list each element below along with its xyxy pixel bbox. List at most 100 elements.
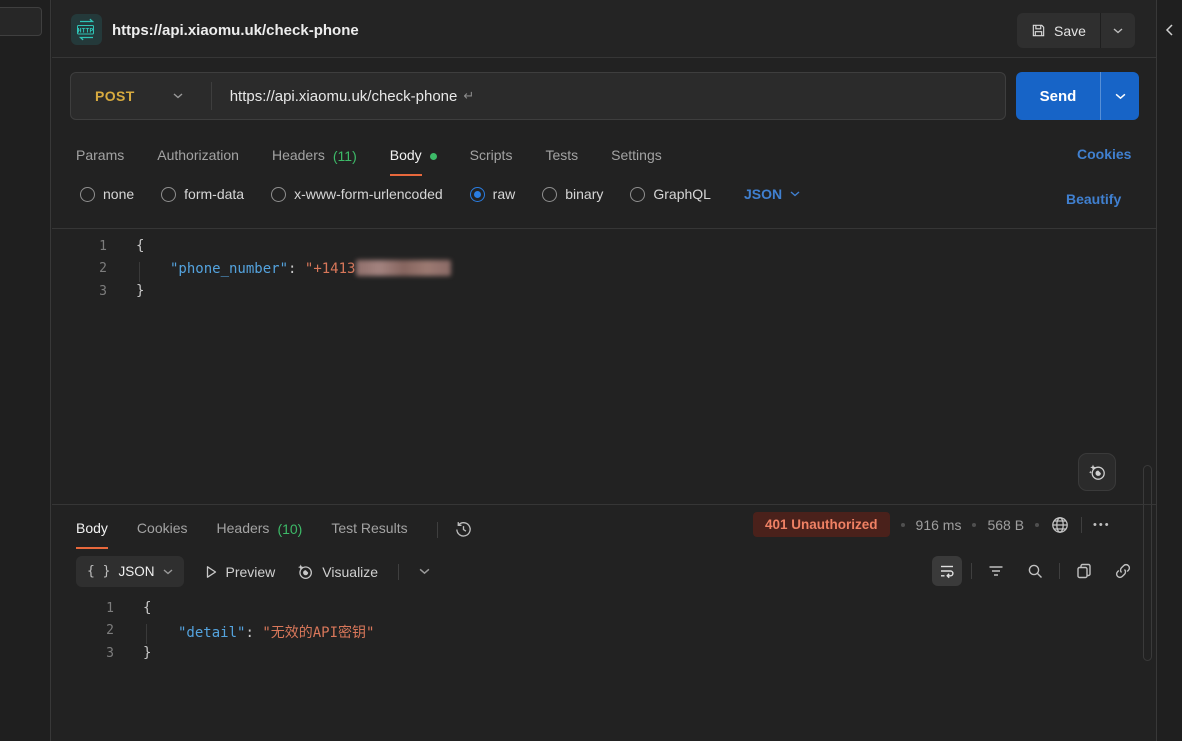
app-window: HTTP https://api.xiaomu.uk/check-phone S… bbox=[0, 0, 1182, 741]
chevron-down-icon bbox=[790, 191, 800, 197]
preview-button[interactable]: Preview bbox=[204, 564, 276, 580]
chevron-down-icon bbox=[163, 569, 173, 575]
response-tab-cookies[interactable]: Cookies bbox=[137, 508, 188, 549]
line-number: 3 bbox=[66, 646, 114, 661]
response-tab-headers[interactable]: Headers(10) bbox=[217, 508, 303, 549]
radio-none[interactable]: none bbox=[80, 186, 134, 202]
status-badge[interactable]: 401 Unauthorized bbox=[753, 512, 890, 537]
link-icon bbox=[1114, 562, 1132, 580]
save-label: Save bbox=[1054, 23, 1086, 39]
network-globe-icon[interactable] bbox=[1050, 515, 1070, 535]
editor-scrollbar[interactable] bbox=[1143, 465, 1152, 661]
json-key: "detail" bbox=[178, 625, 245, 641]
wrap-text-button[interactable] bbox=[932, 556, 962, 586]
response-tab-body[interactable]: Body bbox=[76, 508, 108, 549]
radio-circle bbox=[161, 187, 176, 202]
postbot-button[interactable] bbox=[1078, 453, 1116, 491]
play-outline-icon bbox=[204, 565, 218, 579]
method-selector[interactable]: POST bbox=[95, 88, 135, 104]
response-headers-count: (10) bbox=[277, 520, 302, 537]
search-button[interactable] bbox=[1020, 556, 1050, 586]
response-more-button[interactable]: ••• bbox=[1093, 519, 1111, 531]
code-line-1: { bbox=[136, 238, 144, 254]
redacted-phone-number bbox=[356, 260, 451, 276]
editor-top-divider bbox=[52, 228, 1156, 229]
radio-binary[interactable]: binary bbox=[542, 186, 603, 202]
body-modified-dot bbox=[430, 153, 437, 160]
radio-graphql[interactable]: GraphQL bbox=[630, 186, 711, 202]
divider bbox=[1059, 563, 1060, 579]
send-options-button[interactable] bbox=[1101, 72, 1139, 120]
separator-dot bbox=[972, 523, 976, 527]
code-line-2: "detail": "无效的API密钥" bbox=[178, 622, 374, 642]
line-number: 1 bbox=[66, 601, 114, 616]
tab-tests[interactable]: Tests bbox=[545, 135, 578, 176]
separator-dot bbox=[901, 523, 905, 527]
request-header-bar: HTTP https://api.xiaomu.uk/check-phone S… bbox=[52, 0, 1156, 58]
tab-params[interactable]: Params bbox=[76, 135, 124, 176]
response-history-icon[interactable] bbox=[454, 520, 473, 539]
http-request-icon: HTTP bbox=[71, 14, 102, 50]
link-button[interactable] bbox=[1108, 556, 1138, 586]
collapse-panel-icon[interactable] bbox=[1165, 24, 1174, 36]
response-tab-test-results[interactable]: Test Results bbox=[331, 508, 407, 549]
json-value: "无效的API密钥" bbox=[262, 625, 374, 641]
response-tabs: Body Cookies Headers(10) Test Results bbox=[76, 508, 473, 549]
sidebar-collapsed-item[interactable] bbox=[0, 7, 42, 36]
save-button[interactable]: Save bbox=[1017, 13, 1101, 48]
divider bbox=[398, 564, 399, 580]
request-title: https://api.xiaomu.uk/check-phone bbox=[112, 22, 359, 39]
response-format-select[interactable]: { } JSON bbox=[76, 556, 184, 587]
visualize-sparkle-icon bbox=[295, 562, 314, 581]
response-status-cluster: 401 Unauthorized 916 ms 568 B ••• bbox=[753, 512, 1111, 537]
send-button[interactable]: Send bbox=[1016, 72, 1101, 120]
line-number: 3 bbox=[59, 284, 107, 299]
beautify-link[interactable]: Beautify bbox=[1066, 191, 1121, 207]
response-tools-right bbox=[932, 556, 1138, 586]
chevron-down-icon bbox=[1113, 28, 1123, 34]
search-icon bbox=[1026, 562, 1044, 580]
filter-button[interactable] bbox=[981, 556, 1011, 586]
json-key: "phone_number" bbox=[170, 261, 288, 277]
code-line-3: } bbox=[136, 283, 144, 299]
radio-form-data[interactable]: form-data bbox=[161, 186, 244, 202]
toolbar-chevron-down-icon[interactable] bbox=[419, 568, 430, 575]
copy-button[interactable] bbox=[1069, 556, 1099, 586]
response-size[interactable]: 568 B bbox=[987, 517, 1024, 533]
radio-x-www-form-urlencoded[interactable]: x-www-form-urlencoded bbox=[271, 186, 443, 202]
indent-guide bbox=[139, 262, 140, 282]
wrap-text-icon bbox=[938, 562, 956, 580]
copy-icon bbox=[1075, 562, 1093, 580]
response-toolbar: { } JSON Preview Visualize bbox=[76, 556, 430, 587]
code-line-3: } bbox=[143, 645, 151, 661]
line-number: 2 bbox=[59, 261, 107, 276]
indent-guide bbox=[146, 624, 147, 644]
cookies-link[interactable]: Cookies bbox=[1077, 146, 1131, 162]
response-top-divider bbox=[52, 504, 1156, 505]
line-number: 1 bbox=[59, 239, 107, 254]
svg-text:HTTP: HTTP bbox=[78, 26, 94, 34]
enter-hint-glyph: ↵ bbox=[463, 88, 474, 104]
divider bbox=[971, 563, 972, 579]
visualize-button[interactable]: Visualize bbox=[295, 562, 378, 581]
line-number: 2 bbox=[66, 623, 114, 638]
headers-count: (11) bbox=[333, 147, 357, 164]
save-options-button[interactable] bbox=[1101, 13, 1135, 48]
method-chevron-down-icon[interactable] bbox=[173, 93, 183, 99]
tab-settings[interactable]: Settings bbox=[611, 135, 662, 176]
divider bbox=[1081, 517, 1082, 533]
response-time[interactable]: 916 ms bbox=[916, 517, 962, 533]
tab-body[interactable]: Body bbox=[390, 135, 437, 176]
tab-headers[interactable]: Headers(11) bbox=[272, 135, 357, 176]
tab-scripts[interactable]: Scripts bbox=[470, 135, 513, 176]
raw-format-select[interactable]: JSON bbox=[744, 186, 800, 202]
radio-raw[interactable]: raw bbox=[470, 186, 516, 202]
radio-circle bbox=[271, 187, 286, 202]
code-line-2: "phone_number": "+1413 bbox=[170, 260, 451, 277]
url-bar-divider bbox=[211, 82, 212, 110]
url-input[interactable]: https://api.xiaomu.uk/check-phone bbox=[230, 88, 458, 105]
radio-circle bbox=[630, 187, 645, 202]
tab-authorization[interactable]: Authorization bbox=[157, 135, 239, 176]
code-line-1: { bbox=[143, 600, 151, 616]
radio-circle bbox=[80, 187, 95, 202]
